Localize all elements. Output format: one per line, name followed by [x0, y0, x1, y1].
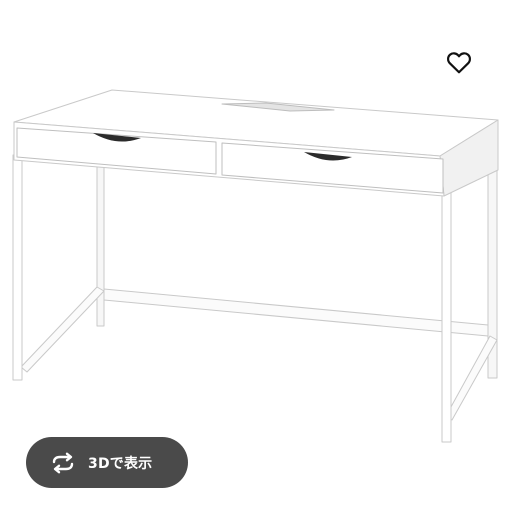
desk-stretcher — [103, 288, 489, 337]
desk-leg-front-right — [441, 189, 452, 443]
rotate-arrows-icon — [50, 450, 76, 476]
desk-side-brace-left — [20, 286, 105, 373]
desk-leg-back-left — [96, 166, 105, 327]
favorite-button[interactable] — [442, 46, 476, 80]
view-in-3d-button[interactable]: 3Dで表示 — [26, 437, 188, 488]
desk-leg-front-left — [12, 154, 23, 381]
desk-product-image — [12, 89, 499, 443]
product-image-viewer: 3Dで表示 — [0, 0, 512, 512]
view-in-3d-label: 3Dで表示 — [88, 455, 153, 472]
heart-icon — [446, 50, 472, 77]
